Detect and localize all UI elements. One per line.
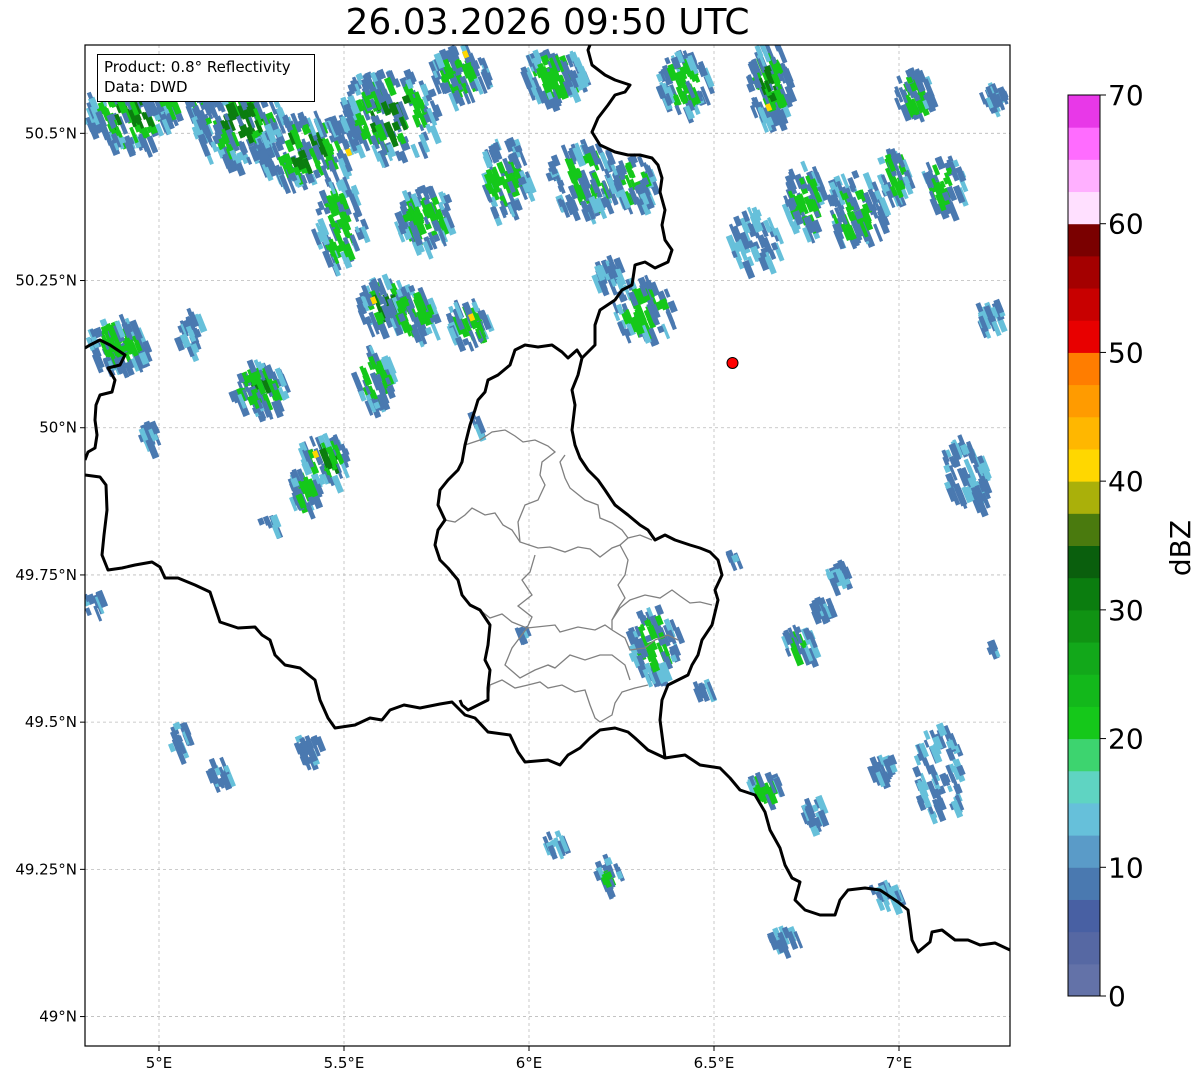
data-source-text: Data: DWD	[104, 78, 188, 96]
colorbar-segment	[1068, 706, 1100, 740]
colorbar-segment	[1068, 320, 1100, 353]
lon-tick-label: 6.5°E	[694, 1054, 735, 1072]
colorbar-segment	[1068, 931, 1100, 965]
colorbar-segment	[1068, 416, 1100, 450]
radar-map[interactable]: 5°E 5.5°E 6°E 6.5°E 7°E 50.5°N 50.25°N 50°N 49.7…	[0, 0, 1202, 1081]
colorbar-tick-label: 0	[1108, 980, 1126, 1013]
colorbar-segment	[1068, 255, 1100, 289]
colorbar: 0 10 20 30 40 50 60 70	[1067, 79, 1144, 1013]
colorbar-segment	[1068, 802, 1100, 836]
lat-tick-label: 49.75°N	[15, 566, 77, 584]
lat-tick-label: 50.5°N	[25, 124, 77, 142]
colorbar-segment	[1068, 159, 1100, 193]
colorbar-segment	[1068, 899, 1100, 933]
colorbar-tick-label: 50	[1108, 336, 1144, 369]
colorbar-segment	[1068, 674, 1100, 707]
colorbar-tick-label: 40	[1108, 465, 1144, 498]
product-info-box: Product: 0.8° Reflectivity Data: DWD	[97, 54, 315, 102]
colorbar-tick-label: 20	[1108, 723, 1144, 756]
colorbar-segment	[1068, 223, 1100, 257]
product-text: Product: 0.8° Reflectivity	[104, 58, 291, 76]
lat-tick-label: 50°N	[39, 419, 77, 437]
colorbar-segment	[1068, 352, 1100, 386]
colorbar-segment	[1068, 835, 1100, 868]
colorbar-segment	[1068, 95, 1100, 128]
colorbar-tick-label: 70	[1108, 79, 1144, 112]
lon-tick-label: 7°E	[886, 1054, 913, 1072]
colorbar-segment	[1068, 609, 1100, 643]
colorbar-segment	[1068, 384, 1100, 418]
colorbar-segment	[1068, 513, 1100, 546]
colorbar-segment	[1068, 867, 1100, 900]
colorbar-segment	[1068, 448, 1100, 482]
colorbar-segment	[1068, 738, 1100, 772]
lat-tick-label: 49.25°N	[15, 860, 77, 878]
colorbar-segment	[1068, 288, 1100, 321]
colorbar-tick-label: 10	[1108, 851, 1144, 884]
colorbar-segment	[1068, 481, 1100, 514]
lon-tick-label: 5.5°E	[324, 1054, 365, 1072]
lat-tick-label: 49°N	[39, 1008, 77, 1026]
colorbar-label: dBZ	[1164, 520, 1197, 576]
colorbar-segment	[1068, 545, 1100, 579]
lat-tick-label: 50.25°N	[15, 272, 77, 290]
colorbar-segment	[1068, 642, 1100, 675]
radar-site-marker[interactable]	[726, 356, 739, 369]
reflectivity-echoes	[85, 45, 1009, 960]
lon-tick-label: 6°E	[516, 1054, 543, 1072]
colorbar-segment	[1068, 191, 1100, 225]
colorbar-segment	[1068, 963, 1100, 997]
colorbar-segment	[1068, 770, 1100, 804]
colorbar-tick-label: 60	[1108, 208, 1144, 241]
lat-tick-label: 49.5°N	[25, 713, 77, 731]
colorbar-segment	[1068, 577, 1100, 611]
lon-tick-label: 5°E	[146, 1054, 173, 1072]
colorbar-segment	[1068, 127, 1100, 160]
colorbar-tick-label: 30	[1108, 594, 1144, 627]
